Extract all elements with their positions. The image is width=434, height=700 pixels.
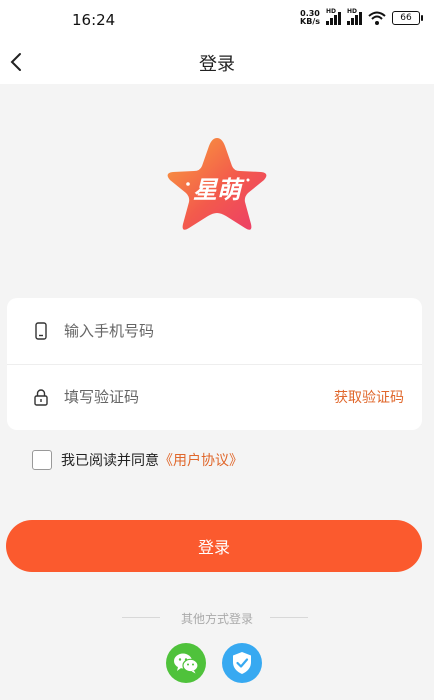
other-login-divider: 其他方式登录 xyxy=(0,608,434,628)
page-title: 登录 xyxy=(199,54,235,75)
phone-input[interactable] xyxy=(62,321,316,341)
phone-row xyxy=(7,298,422,365)
wifi-icon xyxy=(368,11,386,25)
net-speed-unit: KB/s xyxy=(300,17,320,26)
other-login-label: 其他方式登录 xyxy=(180,612,253,626)
agreement-row: 我已阅读并同意 《用户协议》 xyxy=(32,450,243,470)
star-logo: 星萌 xyxy=(167,138,267,230)
login-form-card: 获取验证码 xyxy=(7,298,422,430)
login-button[interactable]: 登录 xyxy=(6,520,422,572)
phone-icon xyxy=(35,322,47,340)
agreement-checkbox[interactable] xyxy=(32,450,52,470)
get-code-button[interactable]: 获取验证码 xyxy=(334,387,404,407)
status-bar: 16:24 0.30 KB/s HD HD 66 xyxy=(0,0,434,40)
net-speed: 0.30 KB/s xyxy=(300,10,320,26)
shield-login-button[interactable] xyxy=(222,643,262,683)
status-icons: 0.30 KB/s HD HD 66 xyxy=(300,8,423,26)
signal-hd-label-2: HD xyxy=(347,8,358,15)
signal-hd-label: HD xyxy=(326,8,337,15)
status-time: 16:24 xyxy=(72,11,116,29)
code-row: 获取验证码 xyxy=(7,364,422,430)
code-input[interactable] xyxy=(62,387,316,407)
agreement-text: 我已阅读并同意 xyxy=(61,453,159,469)
logo-text: 星萌 xyxy=(193,176,245,204)
wechat-login-button[interactable] xyxy=(166,643,206,683)
divider-line-right xyxy=(270,617,308,618)
nav-bar: 登录 xyxy=(0,40,434,84)
user-agreement-link[interactable]: 《用户协议》 xyxy=(159,450,243,470)
wechat-icon xyxy=(174,653,199,674)
battery-icon: 66 xyxy=(392,11,423,25)
signal-icon: HD xyxy=(326,8,341,25)
shield-check-icon xyxy=(233,652,251,674)
signal-icon-2: HD xyxy=(347,8,362,25)
lock-icon xyxy=(34,389,48,406)
